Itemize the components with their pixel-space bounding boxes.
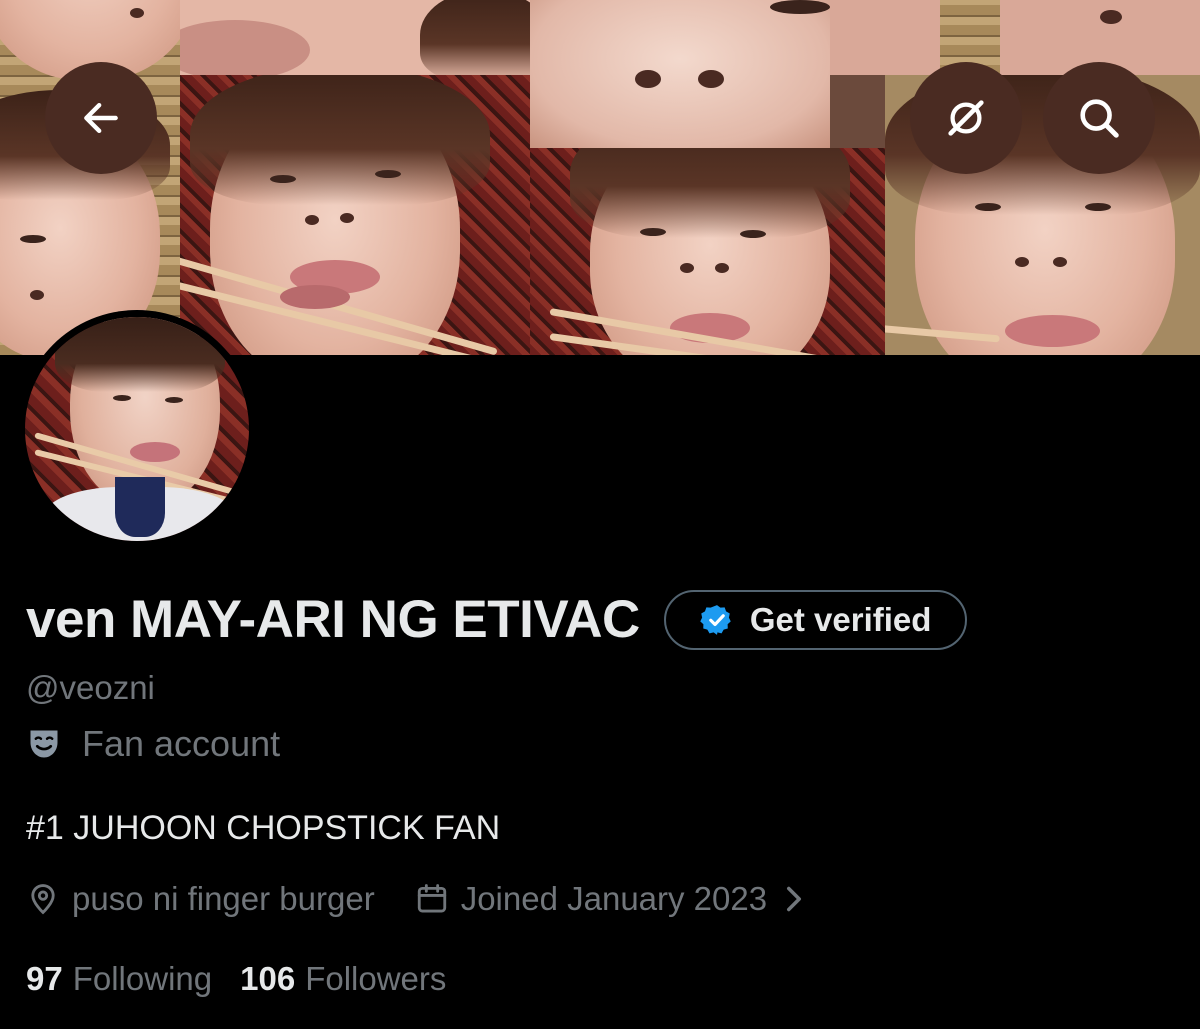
join-date[interactable]: Joined January 2023: [415, 876, 805, 922]
banner-photo: [530, 148, 885, 355]
profile-banner[interactable]: [0, 0, 1200, 355]
back-button[interactable]: [45, 62, 157, 174]
profile-meta: puso ni finger burger Joined January 202…: [26, 876, 805, 922]
username-handle: @veozni: [26, 669, 155, 706]
followers-label: Followers: [305, 960, 447, 997]
profile-page: ven MAY-ARI NG ETIVAC Get verified @veoz…: [0, 0, 1200, 1029]
grok-button[interactable]: [910, 62, 1022, 174]
followers-count: 106: [240, 960, 296, 997]
chevron-right-icon: [783, 885, 805, 913]
arrow-left-icon: [84, 102, 118, 134]
following-link[interactable]: 97 Following: [26, 956, 212, 1002]
category-label: Fan account: [82, 723, 281, 764]
search-icon: [1080, 99, 1119, 138]
get-verified-label: Get verified: [749, 601, 932, 638]
display-name: ven MAY-ARI NG ETIVAC: [26, 590, 640, 649]
follow-stats: 97 Following 106 Followers: [26, 956, 446, 1002]
following-count: 97: [26, 960, 63, 997]
calendar-icon: [417, 884, 446, 913]
search-button[interactable]: [1043, 62, 1155, 174]
banner-photo: [180, 75, 530, 355]
location-pin-icon: [31, 884, 55, 915]
avatar-photo: [25, 317, 249, 541]
location-text: puso ni finger burger: [72, 880, 375, 917]
name-row: ven MAY-ARI NG ETIVAC Get verified: [26, 588, 968, 652]
following-label: Following: [72, 960, 213, 997]
location: puso ni finger burger: [26, 876, 375, 922]
avatar[interactable]: [18, 310, 256, 548]
theater-mask-icon: [30, 730, 58, 758]
join-date-text: Joined January 2023: [460, 880, 768, 917]
followers-link[interactable]: 106 Followers: [240, 956, 446, 1002]
banner-photo: [530, 0, 830, 148]
get-verified-button[interactable]: Get verified: [663, 590, 968, 650]
grok-slash-icon: [948, 100, 984, 136]
banner-photo: [180, 0, 530, 75]
banner-photo: [830, 0, 1200, 75]
profile-bio: #1 JUHOON CHOPSTICK FAN: [26, 809, 501, 847]
verified-badge-icon: [700, 605, 731, 635]
profile-category: Fan account: [26, 722, 280, 766]
banner-photo: [0, 0, 180, 355]
